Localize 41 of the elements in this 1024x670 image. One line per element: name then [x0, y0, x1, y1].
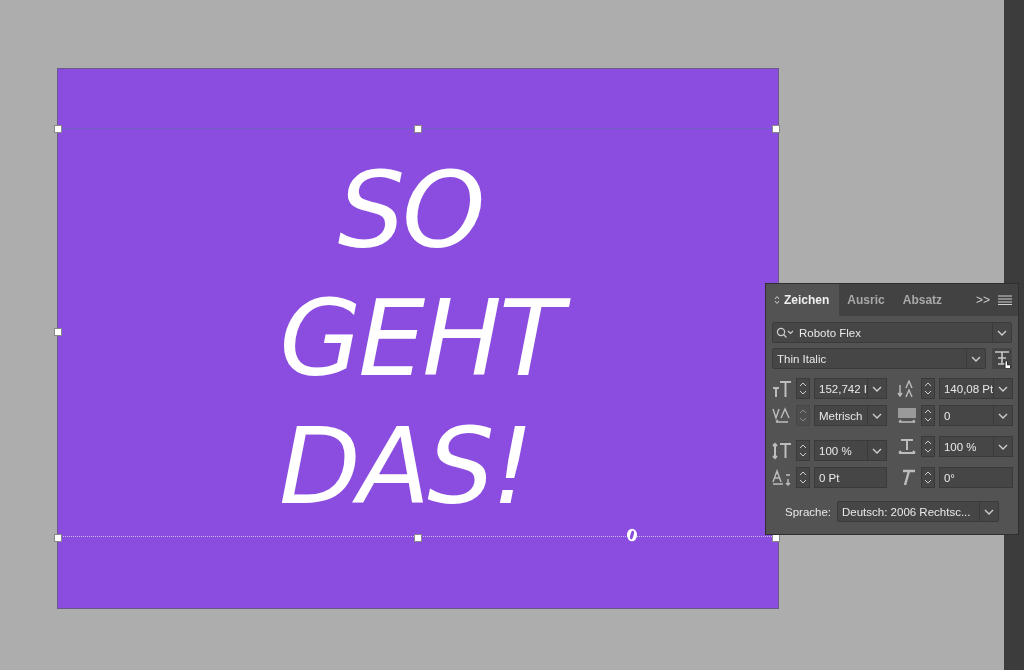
collapse-icon[interactable] — [774, 295, 780, 305]
value-field[interactable]: 0 — [938, 405, 1014, 426]
value-field[interactable]: 100 % — [938, 436, 1014, 457]
horizontal-scale-icon — [896, 437, 917, 456]
stepper-icon[interactable] — [920, 436, 935, 457]
kerning-icon — [772, 406, 792, 425]
selection-handle[interactable] — [54, 534, 62, 542]
glyph-icon — [626, 528, 638, 542]
selection-handle[interactable] — [54, 125, 62, 133]
selection-handle[interactable] — [414, 125, 422, 133]
value-field[interactable]: 140,08 Pt — [938, 378, 1014, 399]
menu-icon[interactable] — [998, 295, 1012, 305]
stepper-icon[interactable] — [796, 378, 810, 399]
font-size-icon — [772, 379, 792, 398]
stepper-icon[interactable] — [920, 405, 935, 426]
stepper-icon[interactable] — [920, 378, 935, 399]
vertical-scale-icon — [772, 441, 792, 460]
stepper-icon[interactable] — [796, 467, 810, 488]
selection-handle[interactable] — [772, 125, 780, 133]
headline-line: DAS! — [278, 404, 532, 530]
selection-handle[interactable] — [54, 328, 62, 336]
headline-line: GEHT — [273, 275, 583, 403]
variable-font-icon[interactable] — [992, 348, 1012, 369]
value-field[interactable]: 0° — [938, 467, 1014, 488]
panel-tab[interactable]: Absatz — [894, 284, 953, 316]
value-field[interactable]: 100 % — [814, 440, 887, 461]
selection-handle[interactable] — [414, 534, 422, 542]
stepper-icon[interactable] — [920, 467, 935, 488]
panel-tab[interactable]: Ausric — [839, 284, 895, 316]
font-family-field[interactable]: Roboto Flex — [772, 322, 1012, 343]
language-field[interactable]: Deutsch: 2006 Rechtsc... — [837, 501, 999, 522]
font-style-field[interactable]: Thin Italic — [772, 348, 986, 369]
overflow-button[interactable]: >> — [976, 293, 994, 307]
value-field[interactable]: 0 Pt — [814, 467, 887, 488]
baseline-shift-icon — [772, 468, 792, 487]
stepper-icon[interactable] — [796, 440, 810, 461]
panel-tab[interactable]: Zeichen — [766, 284, 840, 316]
headline-line: SO — [336, 148, 484, 274]
tracking-icon — [896, 406, 917, 425]
language-label: Sprache: — [785, 505, 831, 518]
value-field[interactable]: 152,742 I — [814, 378, 887, 399]
